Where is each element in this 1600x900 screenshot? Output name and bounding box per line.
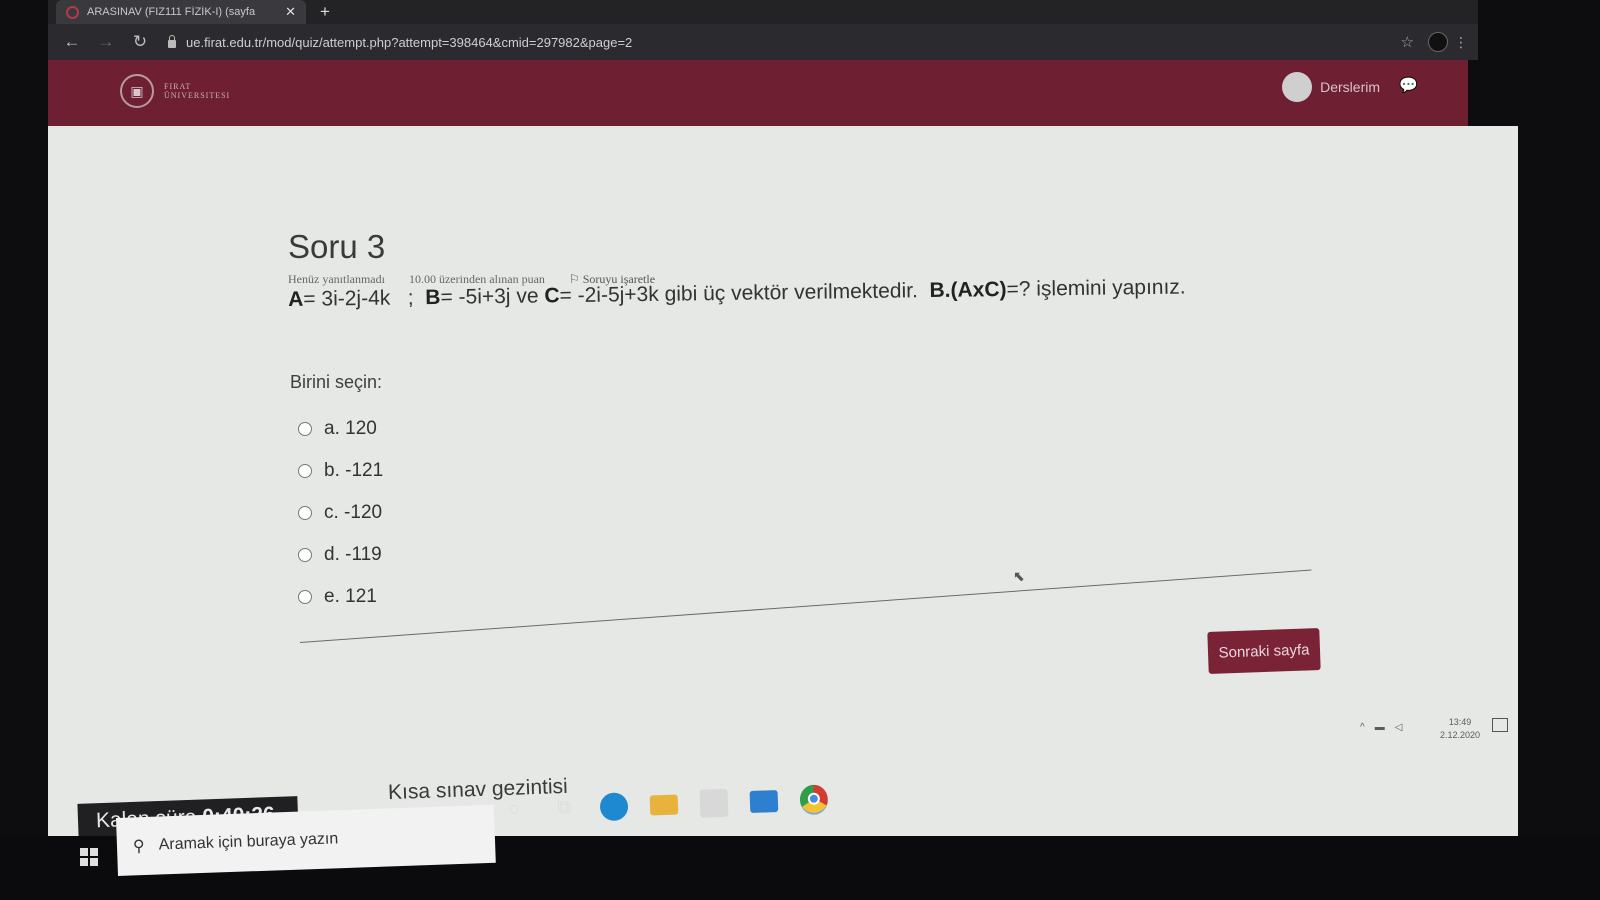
user-menu[interactable]: Derslerim [1282, 72, 1380, 102]
taskbar-search-placeholder[interactable]: Aramak için buraya yazın [158, 830, 338, 854]
taskbar-clock[interactable]: 13:49 2.12.2020 [1440, 716, 1480, 742]
system-tray: ^ ▬ ◁ [1360, 722, 1402, 733]
question-title: Soru 3 [288, 228, 386, 265]
browser-tab-strip: ARASINAV (FIZ111 FİZİK-I) (sayfa ✕ + [48, 0, 1478, 24]
vector-a-expr: = 3i-2j-4k [303, 286, 391, 311]
section-divider [299, 569, 1312, 643]
task-view-icon[interactable]: ⧉ [550, 794, 579, 823]
store-icon[interactable] [699, 788, 729, 818]
browser-toolbar: ← → ↻ ue.firat.edu.tr/mod/quiz/attempt.p… [48, 24, 1478, 60]
logo-line-2: ÜNIVERSITESI [164, 91, 231, 100]
quiz-page: Soru 3 Henüz yanıtlanmadı 10.00 üzerinde… [48, 126, 1518, 836]
reload-icon[interactable]: ↻ [130, 32, 150, 52]
tray-chevron-icon[interactable]: ^ [1360, 722, 1365, 733]
volume-icon[interactable]: ◁ [1395, 722, 1403, 733]
answer-option-c[interactable]: c. -120 [298, 492, 383, 534]
vector-c-expr: = -2i-5j+3k [559, 282, 659, 308]
answer-list: a. 120 b. -121 c. -120 d. -119 e. 121 [298, 408, 383, 618]
operation-expr: B.(AxC) [929, 277, 1007, 303]
radio-c[interactable] [298, 506, 312, 520]
cortana-icon[interactable]: ○ [500, 796, 529, 825]
clock-time: 13:49 [1448, 717, 1472, 727]
clock-date: 2.12.2020 [1440, 730, 1481, 740]
close-tab-icon[interactable]: ✕ [285, 4, 296, 20]
chrome-icon[interactable] [799, 784, 829, 816]
logo-line-1: FIRAT [164, 82, 192, 91]
mouse-cursor-icon: ⬉ [1013, 568, 1025, 584]
courses-link[interactable]: Derslerim [1320, 79, 1380, 95]
question-status: Henüz yanıtlanmadı [288, 272, 385, 286]
vector-c-label: C [544, 284, 560, 308]
tab-title: ARASINAV (FIZ111 FİZİK-I) (sayfa [87, 6, 256, 18]
site-favicon-icon [66, 5, 79, 19]
mail-icon[interactable] [749, 790, 779, 813]
answer-option-e[interactable]: e. 121 [298, 576, 383, 618]
address-bar[interactable]: ue.firat.edu.tr/mod/quiz/attempt.php?att… [168, 35, 632, 50]
vector-b-expr: = -5i+3j [440, 284, 511, 309]
answer-label[interactable]: e. 121 [324, 586, 377, 608]
url-text: ue.firat.edu.tr/mod/quiz/attempt.php?att… [186, 34, 633, 50]
search-icon: ⚲ [132, 838, 146, 856]
user-avatar[interactable] [1282, 72, 1313, 102]
question-mid-text: gibi üç vektör verilmektedir. [664, 279, 919, 306]
vector-a-label: A [288, 287, 304, 311]
answer-option-a[interactable]: a. 120 [298, 408, 383, 450]
conjunction-ve: ve [516, 284, 539, 308]
answer-label[interactable]: d. -119 [324, 544, 382, 566]
file-explorer-icon[interactable] [649, 794, 679, 816]
edge-browser-icon[interactable] [599, 792, 629, 822]
separator: ; [407, 286, 414, 310]
new-tab-button[interactable]: + [320, 2, 330, 22]
radio-d[interactable] [298, 548, 312, 562]
site-header: ▣ FIRAT ÜNIVERSITESI Derslerim 💬 [48, 60, 1468, 126]
university-logo[interactable]: ▣ FIRAT ÜNIVERSITESI [120, 74, 230, 108]
windows-start-icon[interactable] [80, 848, 98, 866]
browser-tab[interactable]: ARASINAV (FIZ111 FİZİK-I) (sayfa ✕ [56, 0, 306, 24]
back-arrow-icon[interactable]: ← [62, 32, 82, 52]
browser-menu-icon[interactable]: ⋮ [1454, 34, 1468, 51]
question-end-text: =? işlemini yapınız. [1006, 275, 1186, 301]
radio-a[interactable] [298, 422, 312, 436]
bookmark-star-icon[interactable]: ☆ [1401, 33, 1414, 51]
lock-icon [168, 35, 176, 48]
university-emblem-icon: ▣ [120, 74, 154, 108]
answer-label[interactable]: a. 120 [324, 418, 377, 440]
answer-prompt: Birini seçin: [290, 372, 383, 392]
vector-b-label: B [425, 285, 441, 310]
profile-avatar-icon[interactable] [1428, 32, 1448, 52]
answer-option-b[interactable]: b. -121 [298, 450, 383, 492]
university-name: FIRAT ÜNIVERSITESI [164, 82, 230, 100]
notification-center-icon[interactable] [1492, 718, 1508, 732]
next-page-button[interactable]: Sonraki sayfa [1207, 628, 1321, 674]
radio-b[interactable] [298, 464, 312, 478]
network-icon[interactable]: ▬ [1375, 722, 1385, 733]
radio-e[interactable] [298, 590, 312, 604]
answer-label[interactable]: c. -120 [324, 502, 382, 524]
messages-icon[interactable]: 💬 [1399, 76, 1418, 94]
answer-option-d[interactable]: d. -119 [298, 534, 383, 576]
forward-arrow-icon[interactable]: → [96, 32, 116, 52]
answer-label[interactable]: b. -121 [324, 460, 383, 482]
